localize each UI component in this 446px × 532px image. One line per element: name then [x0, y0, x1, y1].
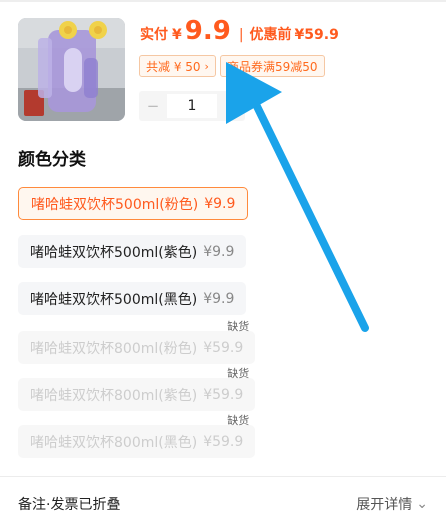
chevron-right-icon: › [204, 59, 209, 73]
option-price: ¥59.9 [203, 339, 244, 356]
quantity-value[interactable]: 1 [167, 94, 217, 118]
option-price: ¥59.9 [203, 433, 244, 450]
chevron-down-icon: ⌄ [416, 496, 428, 512]
actual-price-value: 9.9 [184, 16, 231, 46]
coupon-row: 共减 ¥ 50 › 商品券满59减50 [139, 55, 325, 77]
product-photo-illustration [18, 18, 125, 121]
original-price-label: 优惠前 [249, 27, 292, 43]
color-option-1[interactable]: 啫哈蛙双饮杯500ml(粉色) ¥9.9 [18, 187, 249, 220]
quantity-decrease-button[interactable]: − [139, 91, 167, 121]
expand-details-label: 展开详情 [356, 497, 413, 513]
total-discount-text: 共减 ¥ 50 [146, 59, 201, 74]
color-option-5[interactable]: 缺货 啫哈蛙双饮杯800ml(紫色) ¥59.9 [18, 367, 256, 411]
price-separator: | [238, 27, 244, 43]
top-divider [0, 0, 446, 2]
original-price-value: ¥59.9 [294, 27, 339, 43]
product-image[interactable] [18, 18, 125, 121]
option-price: ¥9.9 [204, 195, 236, 212]
store-coupon-text: 商品券满59减50 [226, 59, 318, 74]
quantity-increase-button[interactable]: + [217, 91, 245, 121]
out-of-stock-badge: 缺货 [227, 320, 250, 333]
option-name: 啫哈蛙双饮杯500ml(黑色) [30, 291, 198, 308]
store-coupon-chip[interactable]: 商品券满59减50 [219, 55, 325, 77]
color-category-title: 颜色分类 [18, 150, 86, 170]
option-price: ¥9.9 [203, 243, 235, 260]
color-option-2[interactable]: 啫哈蛙双饮杯500ml(紫色) ¥9.9 [18, 235, 247, 268]
color-option-4[interactable]: 缺货 啫哈蛙双饮杯800ml(粉色) ¥59.9 [18, 320, 256, 364]
option-price: ¥59.9 [203, 386, 244, 403]
option-name: 啫哈蛙双饮杯800ml(紫色) [30, 387, 198, 404]
option-name: 啫哈蛙双饮杯800ml(粉色) [30, 340, 198, 357]
option-name: 啫哈蛙双饮杯800ml(黑色) [30, 434, 198, 451]
out-of-stock-badge: 缺货 [227, 414, 250, 427]
footer-divider [0, 476, 446, 477]
actual-price-label: 实付 [140, 27, 168, 43]
actual-price-currency: ¥ [172, 27, 182, 43]
remark-invoice-label: 备注·发票已折叠 [18, 497, 121, 513]
option-price: ¥9.9 [203, 290, 235, 307]
expand-details-link[interactable]: 展开详情 ⌄ [356, 494, 428, 514]
option-name: 啫哈蛙双饮杯500ml(紫色) [30, 244, 198, 261]
total-discount-chip[interactable]: 共减 ¥ 50 › [139, 55, 216, 77]
color-option-3[interactable]: 啫哈蛙双饮杯500ml(黑色) ¥9.9 [18, 282, 247, 315]
out-of-stock-badge: 缺货 [227, 367, 250, 380]
quantity-stepper: − 1 + [139, 91, 245, 121]
price-summary: 实付 ¥ 9.9 | 优惠前 ¥59.9 [140, 18, 339, 54]
color-option-6[interactable]: 缺货 啫哈蛙双饮杯800ml(黑色) ¥59.9 [18, 414, 256, 458]
option-name: 啫哈蛙双饮杯500ml(粉色) [31, 196, 199, 213]
